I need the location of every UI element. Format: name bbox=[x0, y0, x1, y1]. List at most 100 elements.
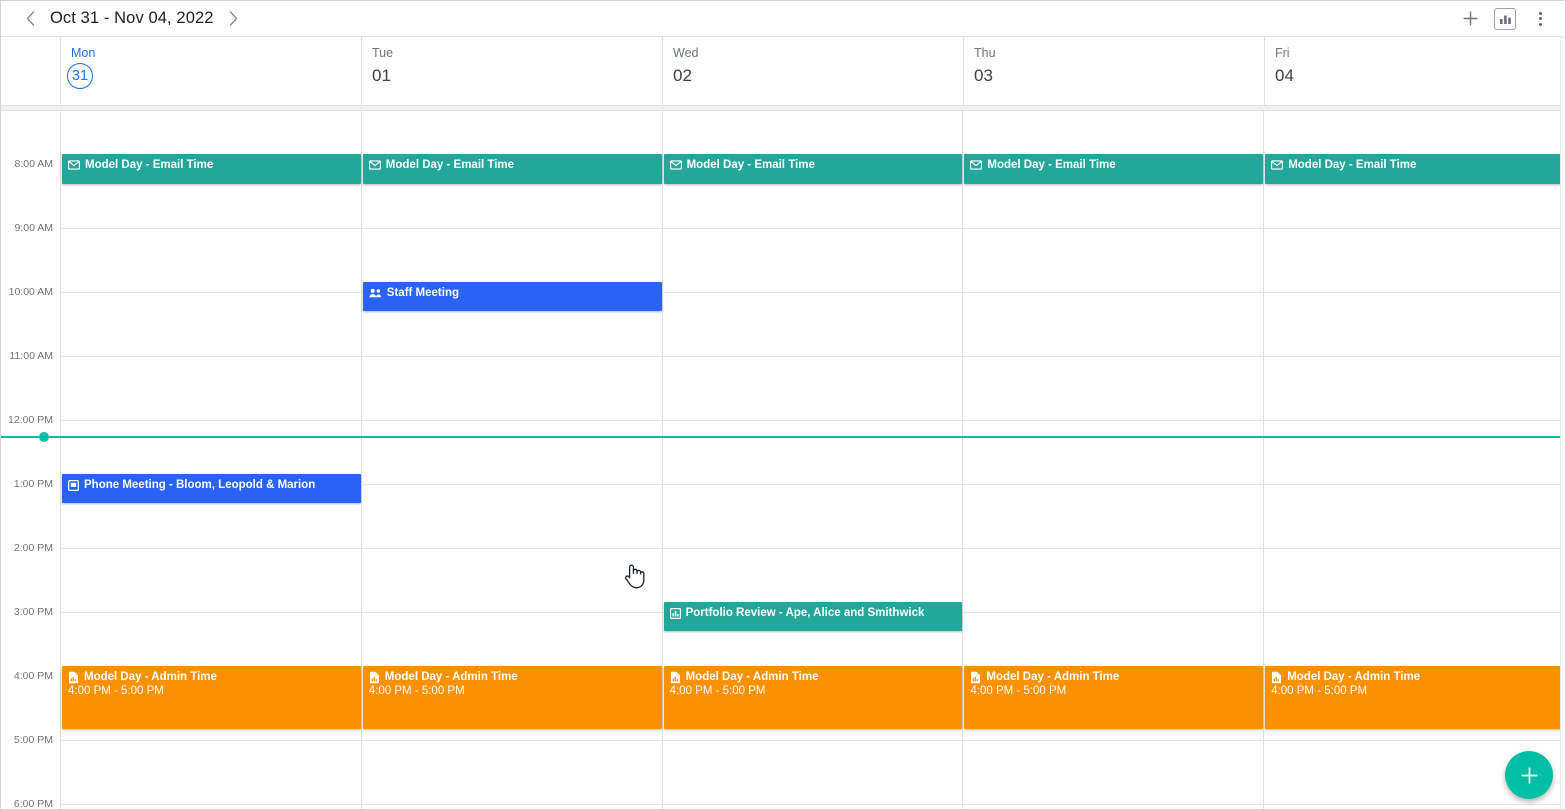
bar-chart-icon bbox=[669, 607, 681, 619]
calendar-event[interactable]: Model Day - Email Time bbox=[1265, 154, 1564, 184]
reports-button[interactable] bbox=[1494, 7, 1516, 30]
chevron-right-icon bbox=[229, 11, 238, 26]
hour-gridline bbox=[61, 356, 1565, 357]
event-title: Model Day - Email Time bbox=[987, 159, 1116, 171]
file-icon bbox=[670, 671, 680, 683]
previous-week-button[interactable] bbox=[17, 6, 43, 32]
date-range-title: Oct 31 - Nov 04, 2022 bbox=[50, 9, 214, 27]
day-number-label: 31 bbox=[67, 63, 93, 89]
plus-icon bbox=[1520, 766, 1538, 784]
bar-chart-icon bbox=[669, 607, 681, 619]
file-icon bbox=[369, 671, 379, 683]
event-title: Staff Meeting bbox=[386, 287, 459, 299]
calendar-app: Oct 31 - Nov 04, 2022 Mon 31 Tue 01 Wed 02 Th bbox=[0, 0, 1566, 810]
file-icon bbox=[670, 671, 681, 684]
event-title-row: Model Day - Email Time bbox=[1271, 158, 1560, 172]
plus-icon bbox=[1463, 11, 1477, 26]
vertical-scrollbar[interactable] bbox=[1560, 37, 1565, 809]
day-of-week-label: Mon bbox=[71, 46, 96, 60]
calendar-event[interactable]: Phone Meeting - Bloom, Leopold & Marion bbox=[62, 474, 361, 503]
time-label: 2:00 PM bbox=[13, 542, 53, 554]
calendar-event[interactable]: Model Day - Admin Time 4:00 PM - 5:00 PM bbox=[1265, 666, 1564, 729]
current-time-dot bbox=[39, 432, 49, 442]
day-of-week-label: Fri bbox=[1275, 46, 1290, 60]
day-header-thu[interactable]: Thu 03 bbox=[964, 37, 1265, 105]
time-label: 3:00 PM bbox=[13, 606, 53, 618]
event-title: Phone Meeting - Bloom, Leopold & Marion bbox=[84, 479, 316, 491]
mail-icon bbox=[970, 160, 983, 170]
mail-icon bbox=[1271, 160, 1284, 170]
event-square-icon bbox=[68, 479, 79, 491]
time-label: 6:00 PM bbox=[13, 798, 53, 809]
next-week-button[interactable] bbox=[221, 6, 247, 32]
time-gutter: 8:00 AM 9:00 AM 10:00 AM 11:00 AM 12:00 PM 1:… bbox=[1, 111, 61, 809]
hour-gridline bbox=[61, 548, 1565, 549]
more-vertical-icon bbox=[1538, 11, 1542, 26]
day-number-label: 04 bbox=[1275, 66, 1294, 85]
file-icon bbox=[69, 671, 78, 683]
calendar-event[interactable]: Model Day - Admin Time 4:00 PM - 5:00 PM bbox=[964, 666, 1264, 729]
time-label: 10:00 AM bbox=[8, 286, 53, 298]
event-title: Model Day - Email Time bbox=[385, 159, 515, 171]
event-title-row: Model Day - Email Time bbox=[970, 158, 1259, 172]
event-title: Model Day - Admin Time bbox=[384, 671, 518, 683]
calendar-event[interactable]: Portfolio Review - Ape, Alice and Smithw… bbox=[663, 602, 963, 631]
calendar-grid[interactable]: 8:00 AM 9:00 AM 10:00 AM 11:00 AM 12:00 PM 1:… bbox=[1, 111, 1565, 809]
time-label: 11:00 AM bbox=[9, 350, 53, 362]
event-title: Model Day - Email Time bbox=[1288, 159, 1417, 171]
day-number-label: 02 bbox=[673, 66, 692, 85]
time-label: 1:00 PM bbox=[13, 478, 53, 490]
file-icon bbox=[1271, 671, 1282, 684]
day-number-label: 01 bbox=[372, 66, 391, 85]
time-gutter-header bbox=[1, 37, 61, 105]
event-title-row: Model Day - Admin Time bbox=[670, 670, 959, 684]
calendar-event[interactable]: Model Day - Email Time bbox=[362, 154, 662, 184]
event-time: 4:00 PM - 5:00 PM bbox=[68, 685, 164, 697]
event-square-icon bbox=[68, 479, 79, 491]
day-header-tue[interactable]: Tue 01 bbox=[362, 37, 663, 105]
current-time-line bbox=[1, 436, 1565, 438]
calendar-event[interactable]: Model Day - Admin Time 4:00 PM - 5:00 PM bbox=[663, 666, 963, 729]
event-time: 4:00 PM - 5:00 PM bbox=[669, 685, 766, 697]
file-icon bbox=[971, 671, 981, 683]
day-of-week-label: Wed bbox=[673, 46, 699, 60]
day-header-wed[interactable]: Wed 02 bbox=[663, 37, 964, 105]
people-icon bbox=[369, 288, 382, 298]
calendar-event[interactable]: Model Day - Email Time bbox=[663, 154, 963, 184]
hour-gridline bbox=[61, 292, 1565, 293]
event-title-row: Model Day - Email Time bbox=[68, 158, 357, 172]
top-toolbar: Oct 31 - Nov 04, 2022 bbox=[1, 1, 1565, 37]
event-title-row: Model Day - Admin Time bbox=[970, 670, 1259, 684]
day-of-week-label: Thu bbox=[974, 46, 996, 60]
calendar-event[interactable]: Model Day - Email Time bbox=[964, 154, 1264, 184]
hour-gridline bbox=[61, 228, 1565, 229]
time-label: 4:00 PM bbox=[13, 670, 53, 682]
overflow-menu-button[interactable] bbox=[1525, 4, 1555, 34]
event-time: 4:00 PM - 5:00 PM bbox=[368, 685, 465, 697]
calendar-event[interactable]: Model Day - Admin Time 4:00 PM - 5:00 PM bbox=[362, 666, 662, 729]
file-icon bbox=[369, 671, 380, 684]
event-title-row: Model Day - Admin Time bbox=[1271, 670, 1560, 684]
day-number-label: 03 bbox=[974, 66, 993, 85]
event-title: Portfolio Review - Ape, Alice and Smithw… bbox=[685, 607, 925, 619]
calendar-event[interactable]: Model Day - Admin Time 4:00 PM - 5:00 PM bbox=[62, 666, 361, 729]
event-title: Model Day - Email Time bbox=[686, 159, 815, 171]
calendar-event[interactable]: Staff Meeting bbox=[362, 282, 662, 311]
time-label: 9:00 AM bbox=[14, 222, 53, 234]
hour-gridline bbox=[61, 804, 1565, 805]
event-title: Model Day - Admin Time bbox=[84, 671, 217, 683]
time-label: 8:00 AM bbox=[14, 158, 53, 170]
create-event-fab[interactable] bbox=[1505, 751, 1553, 799]
mail-icon bbox=[68, 160, 80, 170]
event-time: 4:00 PM - 5:00 PM bbox=[970, 685, 1067, 697]
file-icon bbox=[970, 671, 981, 684]
event-title-row: Phone Meeting - Bloom, Leopold & Marion bbox=[68, 478, 357, 492]
hour-gridline bbox=[61, 420, 1565, 421]
add-event-button[interactable] bbox=[1455, 4, 1485, 34]
day-header-mon[interactable]: Mon 31 bbox=[61, 37, 362, 105]
time-label: 12:00 PM bbox=[8, 414, 53, 426]
day-header-fri[interactable]: Fri 04 bbox=[1265, 37, 1565, 105]
event-title-row: Model Day - Admin Time bbox=[68, 670, 357, 684]
mail-icon bbox=[68, 160, 80, 170]
calendar-event[interactable]: Model Day - Email Time bbox=[62, 154, 361, 184]
